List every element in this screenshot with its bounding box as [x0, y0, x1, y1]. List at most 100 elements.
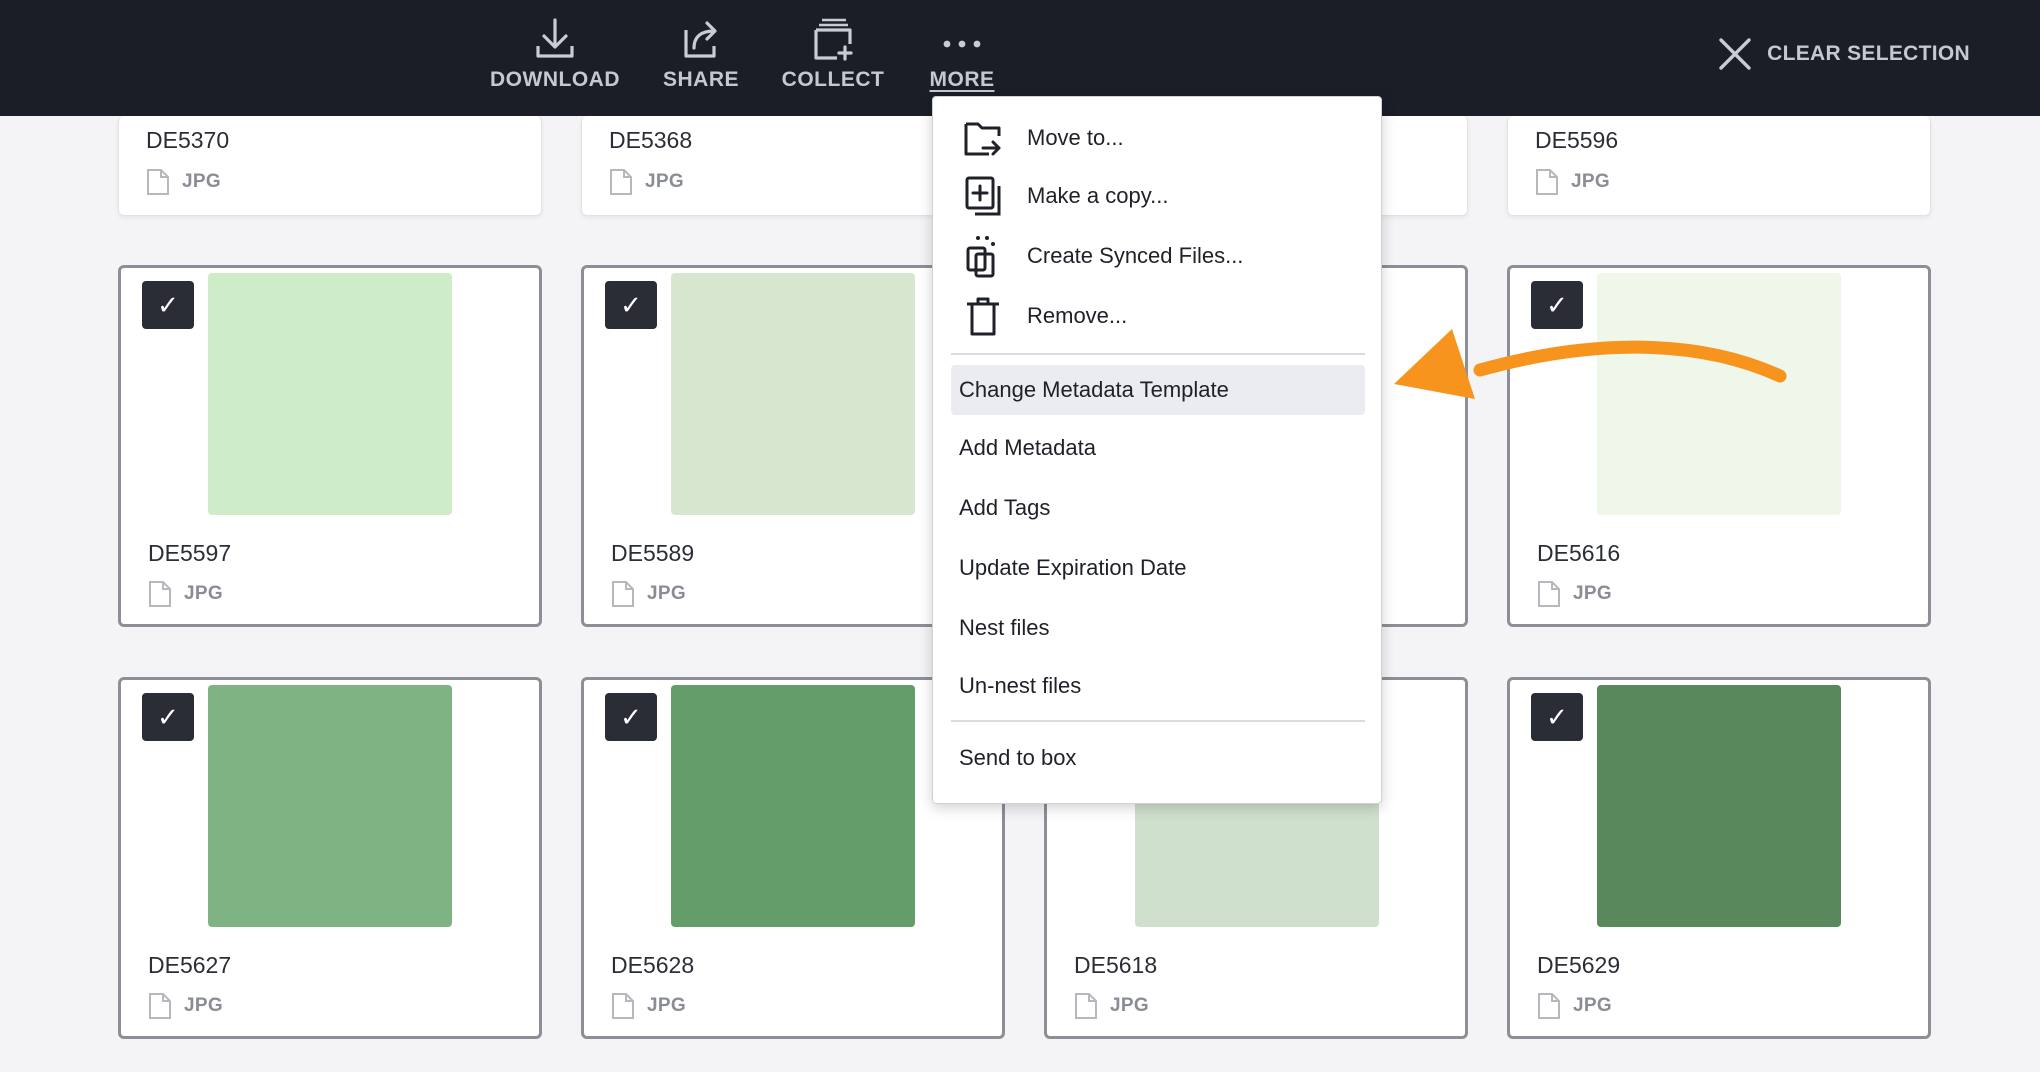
menu-item-create-synced-files[interactable]: Create Synced Files... [963, 231, 1365, 281]
menu-item-label: Un-nest files [959, 673, 1082, 698]
file-type: JPG [611, 992, 686, 1020]
menu-divider [951, 720, 1365, 722]
annotation-arrow [1394, 329, 1787, 399]
download-label: DOWNLOAD [490, 68, 620, 91]
file-type: JPG [611, 580, 686, 608]
collect-button[interactable]: COLLECT [780, 14, 886, 92]
file-type-label: JPG [1573, 583, 1612, 604]
clear-selection-button[interactable]: CLEAR SELECTION [1717, 36, 1970, 72]
more-actions-menu: Move to... Make a copy... Create Synced … [932, 96, 1382, 804]
menu-item-add-tags[interactable]: Add Tags [951, 483, 1365, 533]
menu-item-nest-files[interactable]: Nest files [951, 603, 1365, 653]
download-icon [536, 18, 574, 58]
menu-item-send-to-box[interactable]: Send to box [951, 733, 1365, 783]
menu-item-update-expiration-date[interactable]: Update Expiration Date [951, 543, 1365, 593]
trash-icon [967, 297, 999, 336]
file-icon [147, 169, 169, 195]
selected-checkbox[interactable]: ✓ [605, 693, 657, 741]
menu-item-label: Update Expiration Date [959, 555, 1187, 580]
menu-item-label: Add Metadata [959, 435, 1096, 460]
file-type: JPG [1535, 168, 1610, 196]
file-type: JPG [146, 168, 221, 196]
thumbnail [671, 273, 915, 515]
more-button[interactable]: MORE [920, 14, 1004, 92]
thumbnail [208, 273, 452, 515]
file-type: JPG [148, 580, 223, 608]
file-type-label: JPG [1573, 995, 1612, 1016]
menu-item-label: Remove... [1027, 303, 1128, 328]
file-name: DE5597 [148, 540, 232, 566]
menu-item-label: Make a copy... [1027, 183, 1169, 208]
file-icon [612, 993, 634, 1019]
menu-item-change-metadata-template[interactable]: Change Metadata Template [951, 365, 1365, 415]
file-icon [610, 169, 632, 195]
menu-item-make-copy[interactable]: Make a copy... [963, 171, 1365, 221]
file-icon [149, 581, 171, 607]
file-type: JPG [609, 168, 684, 196]
synced-files-icon [966, 236, 995, 278]
menu-item-add-metadata[interactable]: Add Metadata [951, 423, 1365, 473]
menu-item-label: Change Metadata Template [959, 377, 1229, 402]
file-name: DE5616 [1537, 540, 1621, 566]
file-icon [149, 993, 171, 1019]
file-card[interactable]: ✓ DE5597 JPG [118, 265, 542, 627]
clear-selection-label: CLEAR SELECTION [1767, 42, 1970, 65]
thumbnail [208, 685, 452, 927]
file-type-label: JPG [647, 995, 686, 1016]
file-type-label: JPG [184, 583, 223, 604]
file-name: DE5628 [611, 952, 695, 978]
collect-label: COLLECT [781, 68, 885, 91]
file-card[interactable]: DE5596 JPG [1507, 116, 1931, 216]
file-icon [1538, 581, 1560, 607]
file-type-label: JPG [647, 583, 686, 604]
copy-icon [965, 176, 1001, 216]
share-button[interactable]: SHARE [651, 14, 751, 92]
file-icon [1075, 993, 1097, 1019]
file-icon [1536, 169, 1558, 195]
menu-item-label: Send to box [959, 745, 1077, 770]
close-icon [1719, 38, 1751, 70]
move-to-folder-icon [964, 122, 1001, 156]
file-card[interactable]: ✓ DE5629 JPG [1507, 677, 1931, 1039]
thumbnail [671, 685, 915, 927]
file-name: DE5627 [148, 952, 232, 978]
file-type: JPG [1537, 992, 1612, 1020]
share-icon [684, 21, 717, 58]
menu-item-label: Create Synced Files... [1027, 243, 1244, 268]
thumbnail [1597, 685, 1841, 927]
menu-item-unnest-files[interactable]: Un-nest files [951, 661, 1365, 711]
file-name: DE5629 [1537, 952, 1621, 978]
download-button[interactable]: DOWNLOAD [490, 14, 620, 92]
file-card[interactable]: DE5370 JPG [118, 116, 542, 216]
file-name: DE5370 [146, 127, 230, 153]
file-name: DE5618 [1074, 952, 1158, 978]
selected-checkbox[interactable]: ✓ [605, 281, 657, 329]
file-type: JPG [1537, 580, 1612, 608]
menu-divider [951, 353, 1365, 355]
file-type: JPG [148, 992, 223, 1020]
more-icon [943, 40, 981, 48]
collect-icon [814, 18, 853, 61]
file-card[interactable]: ✓ DE5627 JPG [118, 677, 542, 1039]
file-icon [612, 581, 634, 607]
menu-item-remove[interactable]: Remove... [963, 291, 1365, 341]
file-type-label: JPG [184, 995, 223, 1016]
file-name: DE5589 [611, 540, 695, 566]
file-name: DE5596 [1535, 127, 1619, 153]
file-name: DE5368 [609, 127, 693, 153]
file-type-label: JPG [1110, 995, 1149, 1016]
file-type-label: JPG [182, 171, 221, 192]
more-label: MORE [929, 68, 995, 91]
selected-checkbox[interactable]: ✓ [142, 281, 194, 329]
file-type: JPG [1074, 992, 1149, 1020]
menu-item-label: Add Tags [959, 495, 1051, 520]
menu-item-label: Nest files [959, 615, 1050, 640]
selected-checkbox[interactable]: ✓ [142, 693, 194, 741]
menu-item-label: Move to... [1027, 125, 1124, 150]
file-type-label: JPG [645, 171, 684, 192]
file-icon [1538, 993, 1560, 1019]
share-label: SHARE [662, 68, 739, 91]
file-type-label: JPG [1571, 171, 1610, 192]
menu-item-move-to[interactable]: Move to... [963, 113, 1365, 163]
selected-checkbox[interactable]: ✓ [1531, 693, 1583, 741]
